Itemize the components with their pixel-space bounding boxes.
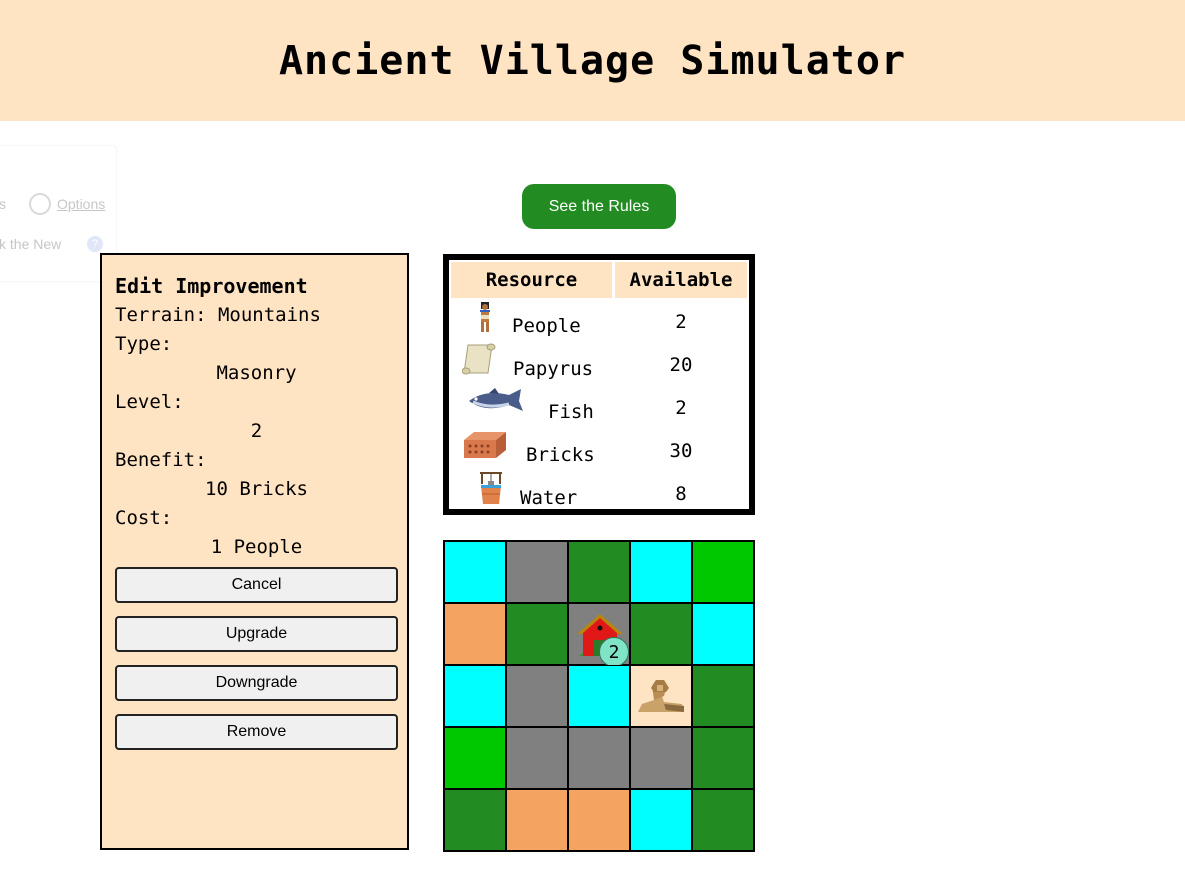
map-cell-desert[interactable] [568, 789, 630, 851]
benefit-label: Benefit: [115, 449, 207, 471]
level-label: Level: [115, 391, 184, 413]
resource-name: Fish [548, 401, 594, 423]
resource-row: Bricks 30 [449, 427, 749, 470]
papyrus-scroll-icon [461, 343, 496, 379]
map-cell-desert[interactable] [444, 603, 506, 665]
resource-row: Papyrus 20 [449, 341, 749, 384]
cost-label: Cost: [115, 507, 173, 529]
egyptian-figure-icon [477, 302, 493, 336]
options-link[interactable]: Options [57, 196, 105, 212]
remove-button[interactable]: Remove [115, 714, 398, 750]
type-value: Masonry [216, 362, 297, 384]
resource-name: Water [520, 487, 578, 509]
downgrade-button[interactable]: Downgrade [115, 665, 398, 701]
map-cell-water[interactable] [444, 541, 506, 603]
resource-table: Resource Available People 2 Papyrus 20 F… [443, 254, 755, 515]
see-rules-button[interactable]: See the Rules [522, 184, 676, 229]
terrain-line: Terrain: Mountains [115, 304, 321, 326]
map-cell-forest[interactable] [568, 541, 630, 603]
map-cell-mountains[interactable] [506, 727, 568, 789]
map-cell-desert[interactable] [506, 789, 568, 851]
map-cell-mountains[interactable]: 2 [568, 603, 630, 667]
resource-row: Water 8 [449, 470, 749, 513]
resource-name: People [512, 315, 581, 337]
cancel-button[interactable]: Cancel [115, 567, 398, 603]
map-cell-water[interactable] [444, 665, 506, 727]
page-title: Ancient Village Simulator [278, 37, 907, 84]
map-cell-water[interactable] [692, 603, 754, 665]
map-cell-water[interactable] [630, 789, 692, 851]
available-column-header: Available [615, 262, 747, 298]
resource-name: Papyrus [513, 358, 594, 380]
map-cell-sand[interactable] [630, 665, 692, 727]
help-icon[interactable]: ? [87, 236, 103, 252]
edit-improvement-panel: Edit Improvement Terrain: Mountains Type… [100, 253, 409, 850]
water-well-icon [478, 472, 504, 510]
map-cell-grassland[interactable] [692, 541, 754, 603]
resource-count: 2 [675, 397, 687, 419]
map-cell-forest[interactable] [630, 603, 692, 665]
map-cell-water[interactable] [568, 665, 630, 727]
resource-column-header: Resource [451, 262, 612, 298]
map-cell-mountains[interactable] [568, 727, 630, 789]
resource-count: 8 [675, 483, 687, 505]
map-cell-forest[interactable] [692, 727, 754, 789]
map-cell-mountains[interactable] [506, 665, 568, 727]
resource-count: 20 [669, 354, 693, 376]
level-badge: 2 [599, 637, 629, 667]
resource-row: Fish 2 [449, 384, 749, 427]
map-cell-grassland[interactable] [444, 727, 506, 789]
cost-value: 1 People [210, 536, 303, 558]
village-map: 2 [443, 540, 755, 852]
type-label: Type: [115, 333, 173, 355]
map-cell-forest[interactable] [444, 789, 506, 851]
resource-count: 2 [675, 311, 687, 333]
background-widget-text: s [0, 196, 6, 212]
map-cell-mountains[interactable] [506, 541, 568, 603]
upgrade-button[interactable]: Upgrade [115, 616, 398, 652]
resource-count: 30 [669, 440, 693, 462]
background-widget-text-2: k the New [0, 236, 62, 252]
benefit-value: 10 Bricks [205, 478, 308, 500]
panel-title: Edit Improvement [115, 274, 308, 298]
map-cell-forest[interactable] [692, 665, 754, 727]
map-cell-mountains[interactable] [630, 727, 692, 789]
map-cell-forest[interactable] [692, 789, 754, 851]
app-header: Ancient Village Simulator [0, 0, 1185, 121]
map-cell-forest[interactable] [506, 603, 568, 665]
resource-name: Bricks [526, 444, 595, 466]
circle-icon [29, 193, 51, 215]
level-value: 2 [250, 420, 263, 442]
fish-icon [465, 387, 529, 419]
brick-icon [462, 430, 508, 464]
map-cell-water[interactable] [630, 541, 692, 603]
resource-row: People 2 [449, 298, 749, 341]
